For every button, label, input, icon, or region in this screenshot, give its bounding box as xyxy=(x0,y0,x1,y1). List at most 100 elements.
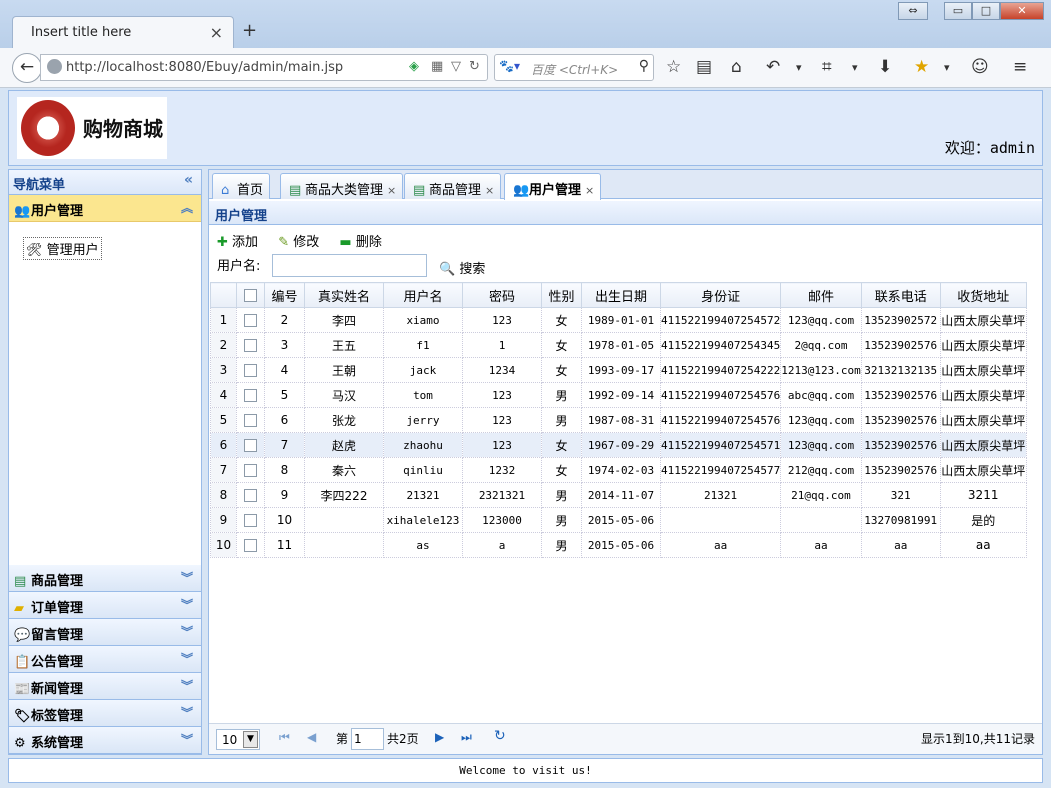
back-icon[interactable]: ← xyxy=(12,53,42,83)
table-row[interactable]: 2 3 王五 f1 1 女 1978-01-05 411522199407254345 2@qq… xyxy=(210,332,1027,358)
close-icon[interactable]: × xyxy=(387,184,396,197)
refresh-icon[interactable]: ↻ xyxy=(494,728,506,744)
column-header[interactable]: 身份证 xyxy=(659,282,782,308)
row-checkbox-cell[interactable] xyxy=(236,532,265,558)
close-icon[interactable]: × xyxy=(585,184,594,197)
new-tab-icon[interactable]: + xyxy=(242,20,257,41)
crop-dropdown-icon[interactable]: ▾ xyxy=(852,61,858,74)
column-header[interactable]: 出生日期 xyxy=(581,282,661,308)
url-bar[interactable]: http://localhost:8080/Ebuy/admin/main.js… xyxy=(40,54,488,81)
sidebar-section-news[interactable]: 📰新闻管理 ︾ xyxy=(9,673,201,700)
column-header[interactable]: 密码 xyxy=(462,282,542,308)
search-icon[interactable]: ⚲ xyxy=(639,58,649,74)
favorites-icon[interactable]: ★ xyxy=(914,57,929,77)
sidebar-section-goods[interactable]: ▤ 商品管理 ︾ xyxy=(9,565,201,592)
sidebar-section-tags[interactable]: 🏷标签管理 ︾ xyxy=(9,700,201,727)
row-checkbox-cell[interactable] xyxy=(236,357,265,383)
chevron-down-icon[interactable]: ︾ xyxy=(181,623,193,640)
username-search-input[interactable] xyxy=(272,254,427,277)
row-checkbox[interactable] xyxy=(244,414,257,427)
tab-user-management[interactable]: 👥用户管理 × xyxy=(504,173,602,200)
sidebar-section-orders[interactable]: ▰ 订单管理 ︾ xyxy=(9,592,201,619)
edit-button[interactable]: ✎ 修改 xyxy=(278,235,319,250)
select-all-checkbox[interactable] xyxy=(244,288,257,302)
select-all-header[interactable] xyxy=(236,282,265,308)
row-checkbox-cell[interactable] xyxy=(236,382,265,408)
dropdown-arrow-icon[interactable]: ▼ xyxy=(243,731,258,748)
row-checkbox-cell[interactable] xyxy=(236,407,265,433)
favorites-dropdown-icon[interactable]: ▾ xyxy=(944,61,950,74)
row-checkbox-cell[interactable] xyxy=(236,482,265,508)
row-checkbox-cell[interactable] xyxy=(236,307,265,333)
row-checkbox[interactable] xyxy=(244,339,257,352)
table-row[interactable]: 10 11 as a 男 2015-05-06 aa aa aa aa xyxy=(210,532,1027,558)
table-row[interactable]: 5 6 张龙 jerry 123 男 1987-08-31 41152219940725457… xyxy=(210,407,1027,433)
row-checkbox[interactable] xyxy=(244,514,257,527)
sidebar-section-system[interactable]: ⚙ 系统管理 ︾ xyxy=(9,727,201,754)
chevron-down-icon[interactable]: ︾ xyxy=(181,596,193,613)
table-row[interactable]: 8 9 李四222 21321 2321321 男 2014-11-07 21321 21@qq… xyxy=(210,482,1027,508)
chevron-down-icon[interactable]: ︾ xyxy=(181,677,193,694)
row-checkbox-cell[interactable] xyxy=(236,332,265,358)
table-row[interactable]: 3 4 王朝 jack 1234 女 1993-09-17 41152219940725422… xyxy=(210,357,1027,383)
delete-button[interactable]: ▬ 删除 xyxy=(339,235,381,250)
column-header[interactable]: 用户名 xyxy=(383,282,463,308)
tab-home[interactable]: ⌂ 首页 xyxy=(212,173,271,199)
dropdown-icon[interactable]: ▽ xyxy=(451,59,461,74)
search-button[interactable]: 🔍 搜索 xyxy=(439,258,485,277)
close-window-icon[interactable]: ✕ xyxy=(1000,2,1044,20)
last-page-icon[interactable]: ⏭ xyxy=(461,730,472,745)
table-row[interactable]: 1 2 李四 xiamo 123 女 1989-01-01 41152219940725457… xyxy=(210,307,1027,333)
restore-icon[interactable]: ⇔ xyxy=(898,2,928,20)
tab-category-management[interactable]: ▤ 商品大类管理 × xyxy=(280,173,404,199)
chevron-up-icon[interactable]: ︽ xyxy=(181,199,193,216)
column-header[interactable]: 邮件 xyxy=(780,282,862,308)
search-bar[interactable]: 🐾▾ 百度 <Ctrl+K> ⚲ xyxy=(494,54,654,81)
browser-tab[interactable]: Insert title here × xyxy=(12,16,234,48)
page-size-select[interactable]: 10 ▼ xyxy=(216,729,260,750)
reading-list-icon[interactable]: ▤ xyxy=(696,57,712,77)
smiley-icon[interactable]: ☺ xyxy=(971,57,989,77)
sidebar-section-user[interactable]: 👥用户管理 ︽ xyxy=(9,195,201,222)
undo-dropdown-icon[interactable]: ▾ xyxy=(796,61,802,74)
row-checkbox[interactable] xyxy=(244,489,257,502)
row-checkbox-cell[interactable] xyxy=(236,507,265,533)
column-header[interactable]: 联系电话 xyxy=(860,282,941,308)
chevron-down-icon[interactable]: ︾ xyxy=(181,731,193,748)
table-row[interactable]: 7 8 秦六 qinliu 1232 女 1974-02-03 411522199407254… xyxy=(210,457,1027,483)
chevron-down-icon[interactable]: ︾ xyxy=(181,650,193,667)
column-header[interactable]: 性别 xyxy=(541,282,582,308)
menu-icon[interactable]: ≡ xyxy=(1013,57,1027,77)
qr-code-icon[interactable]: ▦ xyxy=(431,59,443,74)
row-checkbox-cell[interactable] xyxy=(236,432,265,458)
tab-goods-management[interactable]: ▤ 商品管理 × xyxy=(404,173,502,199)
bookmark-star-icon[interactable]: ☆ xyxy=(666,57,681,77)
maximize-icon[interactable]: □ xyxy=(972,2,1000,20)
row-checkbox[interactable] xyxy=(244,314,257,327)
row-checkbox[interactable] xyxy=(244,464,257,477)
table-row[interactable]: 6 7 赵虎 zhaohu 123 女 1967-09-29 4115221994072545… xyxy=(210,432,1027,458)
row-checkbox[interactable] xyxy=(244,439,257,452)
row-checkbox[interactable] xyxy=(244,389,257,402)
row-checkbox[interactable] xyxy=(244,539,257,552)
table-row[interactable]: 4 5 马汉 tom 123 男 1992-09-14 411522199407254576 a… xyxy=(210,382,1027,408)
row-checkbox[interactable] xyxy=(244,364,257,377)
collapse-sidebar-icon[interactable]: « xyxy=(184,172,193,188)
home-icon[interactable]: ⌂ xyxy=(731,57,742,77)
previous-page-icon[interactable]: ◀ xyxy=(307,730,316,744)
search-engine-icon[interactable]: 🐾▾ xyxy=(499,59,520,73)
column-header[interactable]: 真实姓名 xyxy=(304,282,384,308)
sidebar-section-messages[interactable]: 💬留言管理 ︾ xyxy=(9,619,201,646)
crop-icon[interactable]: ⌗ xyxy=(822,57,832,77)
table-row[interactable]: 9 10 xihalele123 123000 男 2015-05-06 132709819… xyxy=(210,507,1027,533)
next-page-icon[interactable]: ▶ xyxy=(435,730,444,744)
minimize-icon[interactable]: ▭ xyxy=(944,2,972,20)
close-tab-icon[interactable]: × xyxy=(210,23,223,42)
download-icon[interactable]: ⬇ xyxy=(878,57,892,77)
undo-icon[interactable]: ↶ xyxy=(766,57,780,77)
sidebar-section-notices[interactable]: 📋公告管理 ︾ xyxy=(9,646,201,673)
sidebar-item-manage-users[interactable]: 🛠 管理用户 xyxy=(23,237,102,260)
reload-icon[interactable]: ↻ xyxy=(469,59,480,74)
chevron-down-icon[interactable]: ︾ xyxy=(181,569,193,586)
close-icon[interactable]: × xyxy=(485,184,494,197)
